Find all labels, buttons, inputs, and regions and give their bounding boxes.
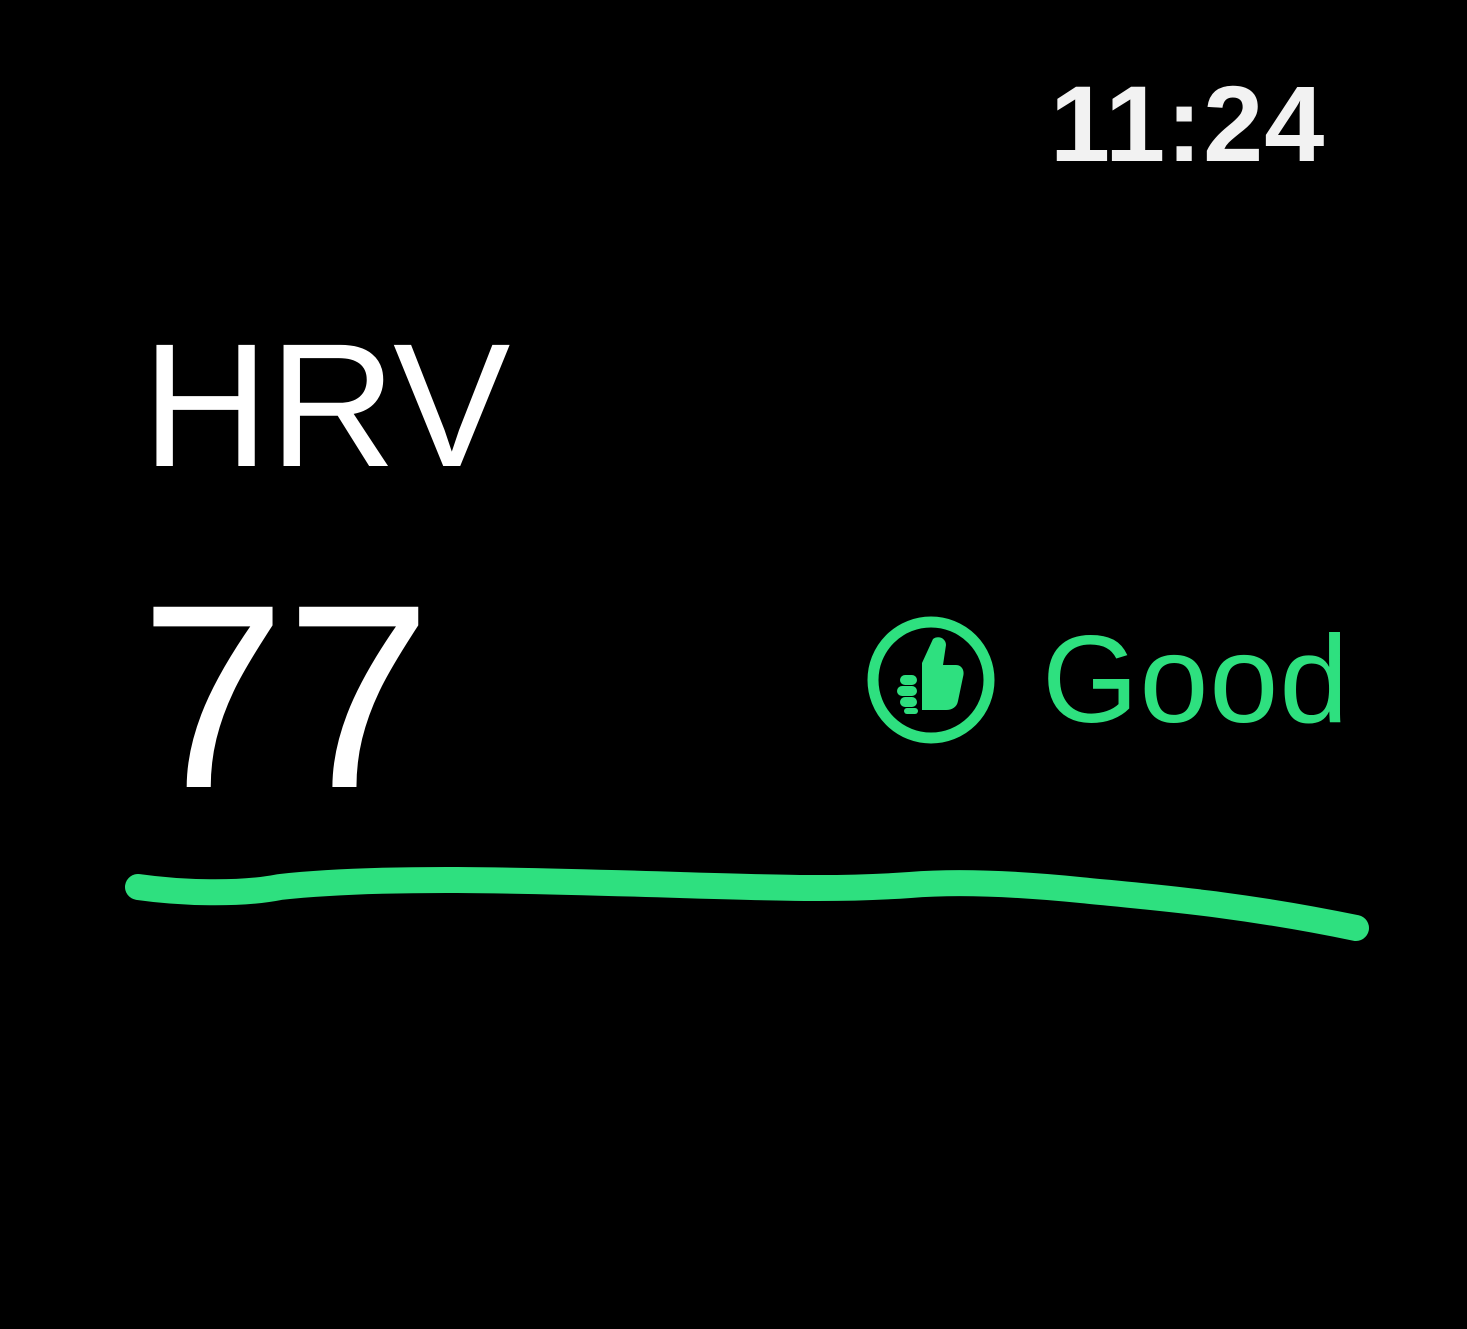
- clock-time: 11:24: [1050, 63, 1326, 184]
- status-badge: Good: [866, 612, 1349, 748]
- status-label: Good: [1042, 611, 1350, 749]
- metric-title: HRV: [142, 308, 511, 504]
- thumbs-up-icon: [867, 616, 995, 744]
- metric-value: 77: [140, 550, 432, 843]
- watch-screen: 11:24 HRV 77 Good: [0, 0, 1467, 1329]
- trend-line: [125, 866, 1369, 941]
